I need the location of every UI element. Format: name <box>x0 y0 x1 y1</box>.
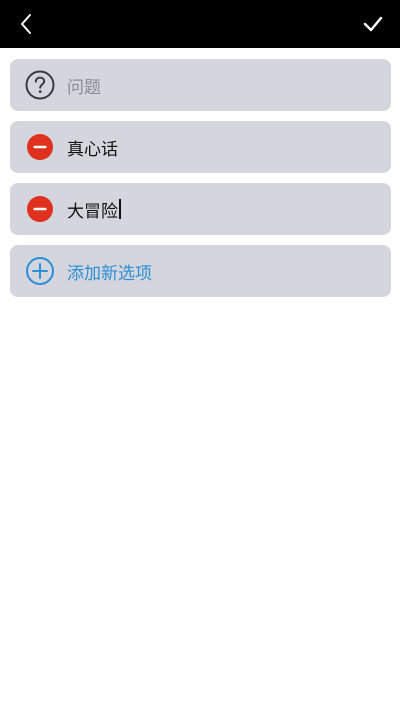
option-input-2[interactable]: 大冒险 <box>67 183 121 235</box>
option-input-2-text: 大冒险 <box>67 201 118 222</box>
confirm-button[interactable] <box>360 10 386 38</box>
remove-circle-icon[interactable] <box>25 194 55 224</box>
remove-circle-icon[interactable] <box>25 132 55 162</box>
text-caret <box>119 199 121 219</box>
option-row-1: 真心话 <box>10 121 391 173</box>
checkmark-icon <box>363 16 383 32</box>
add-circle-icon <box>26 257 54 285</box>
option-list: 问题 真心话 大冒险 添加新选项 <box>10 59 391 307</box>
option-input-1[interactable]: 真心话 <box>67 121 118 173</box>
add-option-row[interactable]: 添加新选项 <box>10 245 391 297</box>
chevron-left-icon <box>21 14 31 34</box>
top-bar <box>0 0 400 48</box>
question-input[interactable]: 问题 <box>67 59 101 111</box>
back-button[interactable] <box>14 10 38 38</box>
question-circle-icon <box>25 70 55 100</box>
question-field-row[interactable]: 问题 <box>10 59 391 111</box>
option-row-2: 大冒险 <box>10 183 391 235</box>
add-option-label: 添加新选项 <box>67 263 152 284</box>
